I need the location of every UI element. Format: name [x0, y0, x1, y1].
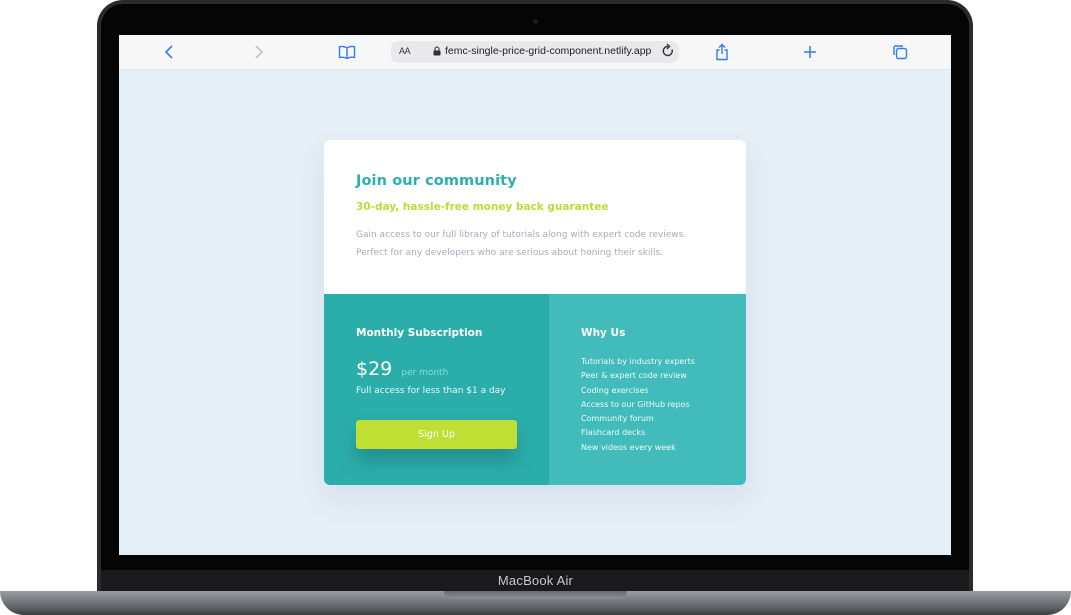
reload-icon[interactable]	[661, 43, 675, 62]
tabs-icon[interactable]	[890, 42, 910, 62]
share-icon[interactable]	[712, 42, 732, 62]
chevron-left-icon[interactable]	[160, 42, 180, 62]
browser-screen: AA femc-single-price-grid-component.netl…	[119, 35, 951, 555]
address-bar[interactable]: AA femc-single-price-grid-component.netl…	[391, 41, 679, 63]
card-title: Join our community	[356, 173, 517, 189]
plus-icon[interactable]	[800, 42, 820, 62]
book-icon[interactable]	[337, 42, 357, 62]
list-item: Tutorials by industry experts	[581, 357, 695, 366]
why-us-list: Tutorials by industry experts Peer & exp…	[581, 355, 695, 455]
camera-icon	[533, 19, 538, 24]
list-item: Access to our GitHub repos	[581, 399, 690, 409]
subscription-heading: Monthly Subscription	[356, 327, 483, 339]
list-item: Coding exercises	[581, 385, 649, 395]
why-us-section: Why Us Tutorials by industry experts Pee…	[549, 294, 746, 485]
community-section: Join our community 30-day, hassle-free m…	[324, 140, 746, 294]
price-period: per month	[401, 368, 449, 378]
list-item: New videos every week	[581, 442, 676, 452]
pricing-card: Join our community 30-day, hassle-free m…	[324, 140, 746, 485]
price-row: $29 per month	[356, 358, 448, 380]
price: $29	[356, 358, 393, 380]
list-item: Community forum	[581, 414, 654, 424]
list-item: Flashcard decks	[581, 428, 646, 438]
card-subtitle: 30-day, hassle-free money back guarantee	[356, 201, 609, 213]
access-text: Full access for less than $1 a day	[356, 386, 506, 396]
reader-mode-label[interactable]: AA	[399, 46, 411, 56]
card-description: Gain access to our full library of tutor…	[356, 230, 687, 258]
list-item: Peer & expert code review	[581, 371, 687, 381]
url-text: femc-single-price-grid-component.netlify…	[445, 45, 652, 57]
lock-icon	[433, 46, 441, 59]
subscription-section: Monthly Subscription $29 per month Full …	[324, 294, 549, 485]
sign-up-button[interactable]: Sign Up	[356, 420, 517, 449]
chevron-right-icon[interactable]	[248, 42, 268, 62]
device-label: MacBook Air	[497, 573, 574, 588]
why-us-heading: Why Us	[581, 327, 626, 339]
laptop-notch	[444, 591, 627, 599]
browser-toolbar: AA femc-single-price-grid-component.netl…	[119, 35, 951, 70]
